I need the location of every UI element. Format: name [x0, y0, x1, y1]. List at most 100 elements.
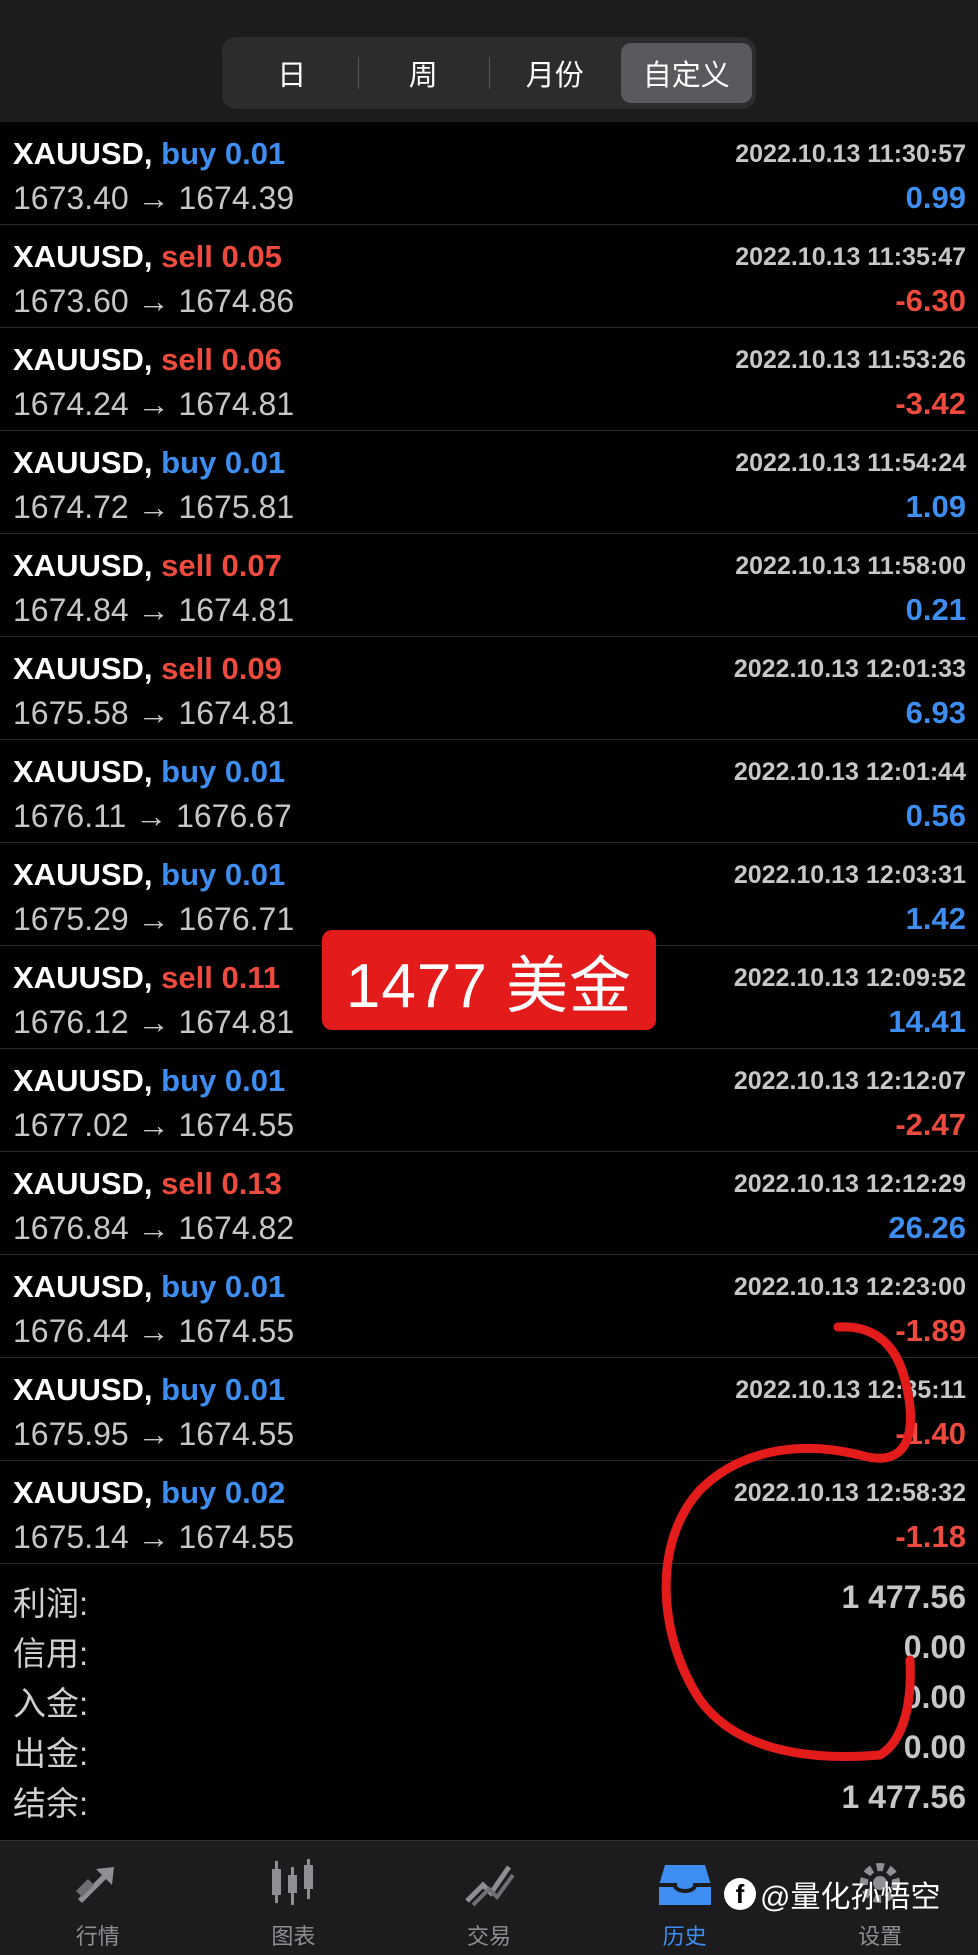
tab-history-label: 历史	[662, 1924, 707, 1949]
deal-volume: 0.01	[224, 445, 286, 480]
deal-side: buy	[161, 445, 217, 480]
deal-prices: 1675.95 → 1674.55	[13, 1416, 295, 1452]
deal-symbol: XAUUSD, sell 0.05	[13, 239, 282, 275]
deal-volume: 0.01	[224, 1269, 286, 1304]
deal-prices: 1675.14 → 1674.55	[13, 1519, 295, 1555]
deal-volume: 0.13	[221, 1166, 282, 1201]
table-row[interactable]: XAUUSD, sell 0.09 2022.10.13 12:01:33 1675…	[0, 637, 978, 740]
deal-symbol-name: XAUUSD,	[13, 342, 153, 377]
summary-label: 入金:	[13, 1685, 89, 1722]
deal-symbol-name: XAUUSD,	[13, 136, 153, 171]
deal-prices: 1676.12 → 1674.81	[13, 1004, 295, 1040]
table-row[interactable]: XAUUSD, sell 0.07 2022.10.13 11:58:00 1674…	[0, 534, 978, 637]
history-icon	[658, 1865, 711, 1905]
deal-time: 2022.10.13 12:01:44	[733, 758, 966, 786]
deal-volume: 0.11	[221, 960, 281, 995]
deal-symbol: XAUUSD, buy 0.02	[13, 1475, 285, 1511]
watermark-text: @量化孙悟空	[760, 1881, 941, 1914]
deal-symbol-name: XAUUSD,	[13, 548, 153, 583]
deal-prices: 1673.40 → 1674.39	[13, 180, 295, 216]
deal-prices: 1677.02 → 1674.55	[13, 1107, 295, 1143]
deal-time: 2022.10.13 12:03:31	[733, 861, 966, 889]
deal-symbol: XAUUSD, sell 0.09	[13, 651, 282, 687]
deal-symbol: XAUUSD, buy 0.01	[13, 1269, 285, 1305]
deal-symbol-name: XAUUSD,	[13, 239, 153, 274]
tab-trade[interactable]: 交易	[391, 1841, 587, 1955]
summary-value: 0.00	[903, 1729, 966, 1765]
deal-side: sell	[161, 651, 213, 686]
deal-symbol: XAUUSD, buy 0.01	[13, 857, 285, 893]
table-row[interactable]: XAUUSD, buy 0.01 2022.10.13 12:23:00 1676.…	[0, 1255, 978, 1358]
deal-side: buy	[161, 136, 217, 171]
tab-chart[interactable]: 图表	[196, 1841, 392, 1955]
deal-symbol-name: XAUUSD,	[13, 1372, 153, 1407]
tab-month[interactable]: 月份	[489, 43, 621, 103]
table-row[interactable]: XAUUSD, buy 0.01 2022.10.13 11:54:24 1674.…	[0, 431, 978, 534]
deal-volume: 0.09	[221, 651, 282, 686]
deal-volume: 0.01	[224, 754, 286, 789]
deal-prices: 1675.58 → 1674.81	[13, 695, 295, 731]
deal-profit: -1.18	[895, 1519, 966, 1554]
deal-profit: 0.99	[905, 180, 966, 215]
summary-label: 结余:	[13, 1785, 89, 1822]
summary-row: 结余: 1 477.56	[0, 1773, 978, 1823]
deal-profit: 0.21	[905, 592, 966, 627]
deal-profit: 1.09	[905, 489, 966, 524]
deal-time: 2022.10.13 12:01:33	[733, 655, 966, 683]
deal-side: buy	[161, 857, 217, 892]
table-row[interactable]: XAUUSD, buy 0.01 2022.10.13 12:35:11 1675.…	[0, 1358, 978, 1461]
deal-symbol-name: XAUUSD,	[13, 651, 153, 686]
table-row[interactable]: XAUUSD, sell 0.13 2022.10.13 12:12:29 1676…	[0, 1152, 978, 1255]
deal-volume: 0.01	[224, 136, 286, 171]
tab-day[interactable]: 日	[226, 43, 358, 103]
table-row[interactable]: XAUUSD, buy 0.01 2022.10.13 12:12:07 1677.…	[0, 1049, 978, 1152]
deal-volume: 0.01	[224, 1372, 286, 1407]
table-row[interactable]: XAUUSD, buy 0.01 2022.10.13 12:01:44 1676.…	[0, 740, 978, 843]
summary-label: 信用:	[13, 1635, 89, 1672]
tab-quotes[interactable]: 行情	[0, 1841, 196, 1955]
deal-symbol-name: XAUUSD,	[13, 1166, 153, 1201]
period-segmented-control: 日 周 月份 自定义	[222, 37, 756, 109]
watermark: f @量化孙悟空	[724, 1872, 940, 1916]
table-row[interactable]: XAUUSD, buy 0.02 2022.10.13 12:58:32 1675.…	[0, 1461, 978, 1564]
deal-side: sell	[161, 548, 213, 583]
deal-time: 2022.10.13 11:53:26	[735, 346, 966, 374]
deal-time: 2022.10.13 11:30:57	[735, 140, 966, 168]
deal-time: 2022.10.13 11:58:00	[735, 552, 966, 580]
deal-symbol-name: XAUUSD,	[13, 857, 153, 892]
tab-week[interactable]: 周	[357, 43, 490, 103]
profit-highlight-label: 1477 美金	[322, 930, 656, 1030]
deal-symbol: XAUUSD, buy 0.01	[13, 1063, 285, 1099]
deal-time: 2022.10.13 12:09:52	[733, 964, 966, 992]
deal-prices: 1673.60 → 1674.86	[13, 283, 295, 319]
deal-profit: 14.41	[888, 1004, 966, 1039]
tab-custom[interactable]: 自定义	[620, 43, 752, 103]
deal-time: 2022.10.13 12:58:32	[733, 1479, 966, 1507]
deal-symbol-name: XAUUSD,	[13, 1475, 153, 1510]
deal-symbol: XAUUSD, sell 0.11	[13, 960, 280, 996]
deal-time: 2022.10.13 12:12:29	[733, 1170, 966, 1198]
deal-time: 2022.10.13 12:12:07	[733, 1067, 966, 1095]
table-row[interactable]: XAUUSD, sell 0.05 2022.10.13 11:35:47 1673…	[0, 225, 978, 328]
chart-icon	[272, 1859, 314, 1905]
deal-profit: 1.42	[905, 901, 966, 936]
deal-profit: -3.42	[895, 386, 966, 421]
deal-profit: -6.30	[895, 283, 966, 318]
deal-side: buy	[161, 1063, 217, 1098]
deal-profit: -1.89	[895, 1313, 966, 1348]
deal-side: buy	[161, 1372, 217, 1407]
summary-row: 入金: 0.00	[0, 1673, 978, 1723]
table-row[interactable]: XAUUSD, buy 0.01 2022.10.13 11:30:57 1673.…	[0, 122, 978, 225]
deal-side: sell	[161, 960, 213, 995]
deal-prices: 1674.24 → 1674.81	[13, 386, 295, 422]
tab-trade-label: 交易	[466, 1924, 511, 1949]
deal-prices: 1675.29 → 1676.71	[13, 901, 295, 937]
deal-time: 2022.10.13 12:35:11	[735, 1376, 966, 1404]
deal-prices: 1674.84 → 1674.81	[13, 592, 295, 628]
summary-row: 利润: 1 477.56	[0, 1573, 978, 1623]
summary-row: 信用: 0.00	[0, 1623, 978, 1673]
period-bar: 日 周 月份 自定义	[0, 0, 978, 122]
deal-profit: 6.93	[905, 695, 966, 730]
table-row[interactable]: XAUUSD, sell 0.06 2022.10.13 11:53:26 1674…	[0, 328, 978, 431]
summary-value: 1 477.56	[841, 1579, 966, 1615]
